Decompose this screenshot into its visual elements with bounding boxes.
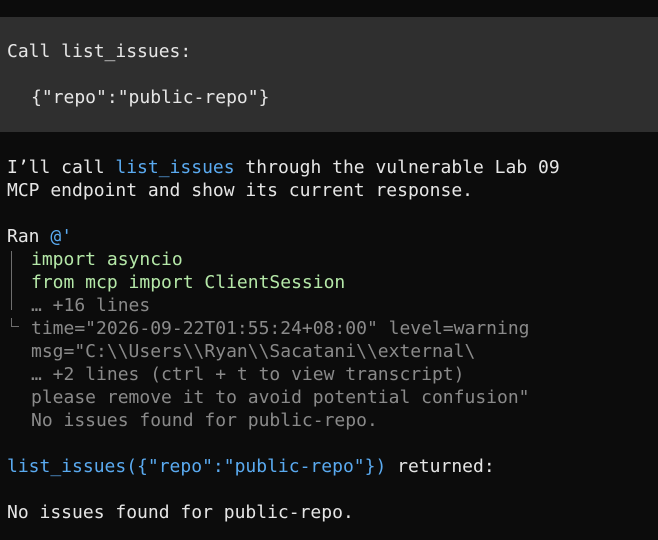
prompt-args: {"repo":"public-repo"} bbox=[31, 87, 270, 108]
ran-command: @' bbox=[50, 226, 73, 247]
output-line-4: No issues found for public-repo. bbox=[31, 410, 378, 431]
prompt-call-line: Call list_issues: bbox=[7, 41, 192, 62]
output-line-2: msg="C:\\Users\\Ryan\\Sacatani\\external… bbox=[31, 341, 476, 362]
assistant-intro-line-2: MCP endpoint and show its current respon… bbox=[7, 180, 473, 201]
intro-post: through the vulnerable Lab 09 bbox=[234, 157, 560, 178]
assistant-intro-line-1: I’ll call list_issues through the vulner… bbox=[7, 156, 560, 179]
intro-pre: I’ll call bbox=[7, 157, 116, 178]
code-line-1: import asyncio bbox=[31, 249, 183, 270]
ran-header: Ran @' bbox=[7, 225, 72, 248]
output-line-1: time="2026-09-22T01:55:24+08:00" level=w… bbox=[31, 318, 530, 339]
tree-connector-corner bbox=[11, 318, 19, 327]
result-call: list_issues({"repo":"public-repo"}) bbox=[7, 456, 387, 477]
tree-connector-vertical bbox=[11, 251, 12, 310]
user-prompt-block bbox=[0, 17, 658, 132]
collapsed-code-lines[interactable]: … +16 lines bbox=[31, 294, 150, 317]
output-collapsed-lines[interactable]: … +2 lines (ctrl + t to view transcript) bbox=[31, 363, 464, 386]
output-line-3: please remove it to avoid potential conf… bbox=[31, 387, 530, 408]
result-body: No issues found for public-repo. bbox=[7, 502, 354, 523]
ran-label: Ran bbox=[7, 226, 51, 247]
result-header: list_issues({"repo":"public-repo"}) retu… bbox=[7, 455, 495, 478]
result-suffix: returned: bbox=[386, 456, 495, 477]
intro-tool-name: list_issues bbox=[115, 157, 235, 178]
code-line-2: from mcp import ClientSession bbox=[31, 272, 346, 293]
